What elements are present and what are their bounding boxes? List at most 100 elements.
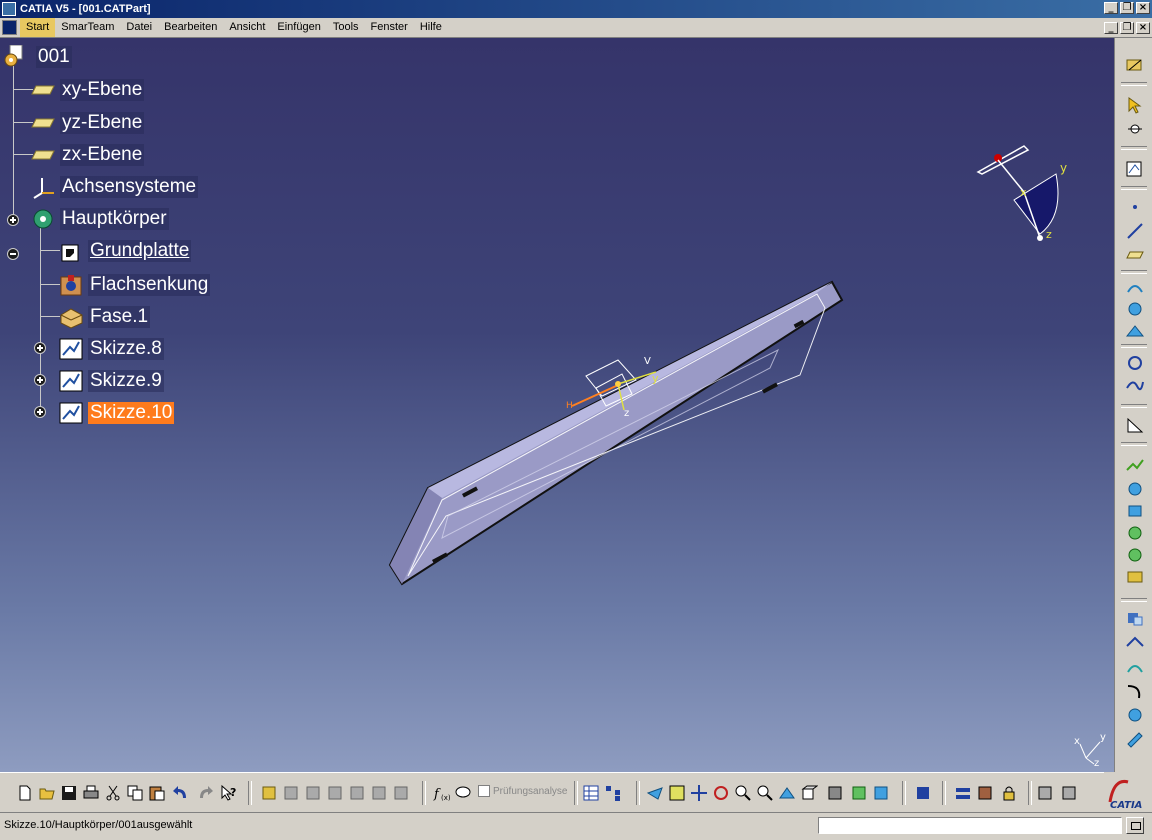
command-window-button[interactable] [1126,817,1144,834]
formula-icon[interactable]: f (x) [432,784,451,802]
tool-c-icon[interactable] [326,784,344,802]
undo-icon[interactable] [172,784,190,802]
update-icon[interactable] [260,784,278,802]
shading-icon[interactable] [826,784,844,802]
doc-minimize-button[interactable]: _ [1104,22,1118,34]
view-cube-icon[interactable] [800,784,819,802]
tool-a-icon[interactable] [282,784,300,802]
rotate-icon[interactable] [712,784,730,802]
menu-bearbeiten[interactable]: Bearbeiten [158,18,223,37]
revolve-icon[interactable] [1125,300,1145,318]
command-input[interactable] [818,817,1122,834]
tool-b-icon[interactable] [304,784,322,802]
collapse-hauptkoerper-button[interactable] [7,248,19,260]
swap-visible-icon[interactable] [872,784,890,802]
menu-einfuegen[interactable]: Einfügen [271,18,326,37]
pan-icon[interactable] [690,784,708,802]
tool-d-icon[interactable] [348,784,366,802]
lock-icon[interactable] [1000,784,1018,802]
minimize-button[interactable]: _ [1104,2,1118,14]
print-icon[interactable] [82,784,100,802]
doc-close-button[interactable]: × [1136,22,1150,34]
plane-tool-icon[interactable] [1125,246,1145,264]
analysis-icon[interactable] [1125,706,1145,724]
expand-skizze-10-button[interactable] [34,406,46,418]
redo-icon[interactable] [196,784,214,802]
compare-icon[interactable] [954,784,972,802]
catalog-icon[interactable] [914,784,932,802]
tree-item-skizze-10[interactable]: Skizze.10 [58,400,175,426]
circle-icon[interactable] [1125,354,1145,372]
zoom-out-icon[interactable] [756,784,774,802]
close-button[interactable]: × [1136,2,1150,14]
compass[interactable]: y x z [970,138,1090,248]
shell-icon[interactable] [1125,502,1145,520]
fit-all-icon[interactable] [668,784,686,802]
dot-icon[interactable] [1125,198,1145,216]
extrude-icon[interactable] [1125,278,1145,296]
record-icon[interactable] [976,784,994,802]
open-folder-icon[interactable] [38,784,56,802]
tree-item-yz-ebene[interactable]: yz-Ebene [30,110,145,136]
comment-icon[interactable] [454,784,472,802]
select-arrow-icon[interactable] [1125,96,1145,114]
expand-skizze-9-button[interactable] [34,374,46,386]
new-file-icon[interactable] [16,784,34,802]
constraint-icon[interactable] [1125,160,1145,178]
menu-fenster[interactable]: Fenster [365,18,414,37]
save-icon[interactable] [60,784,78,802]
plate-outline[interactable] [388,280,844,586]
menu-datei[interactable]: Datei [120,18,158,37]
restore-button[interactable]: ❐ [1120,2,1134,14]
table-icon[interactable] [582,784,600,802]
normal-view-icon[interactable] [778,784,796,802]
3d-viewport[interactable]: H V y z y x z y x z 001 xy-Ebene yz-Eben… [0,38,1114,772]
boolean-icon[interactable] [1125,682,1145,700]
pruefungsanalyse-toggle[interactable]: Prüfungsanalyse [478,785,568,797]
spline-icon[interactable] [1125,376,1145,394]
tree-item-skizze-9[interactable]: Skizze.9 [58,368,164,394]
corner-icon[interactable] [1125,416,1145,434]
scaling-icon[interactable] [1125,658,1145,676]
paste-icon[interactable] [148,784,166,802]
pruefungsanalyse-checkbox[interactable] [478,785,490,797]
point-icon[interactable] [1125,120,1145,138]
zoom-in-icon[interactable] [734,784,752,802]
tree-item-grundplatte[interactable]: Grundplatte [58,238,192,264]
menu-start[interactable]: Start [20,18,56,37]
tool-f-icon[interactable] [392,784,410,802]
cut-icon[interactable] [104,784,122,802]
hide-show-icon[interactable] [850,784,868,802]
doc-restore-button[interactable]: ❐ [1120,22,1134,34]
document-icon[interactable] [2,20,17,35]
tree-root[interactable]: 001 [2,44,72,70]
tree-icon[interactable] [604,784,622,802]
expand-skizze-8-button[interactable] [34,342,46,354]
multi-section-icon[interactable] [1125,456,1145,474]
fillet-icon[interactable] [1125,480,1145,498]
sketcher-icon[interactable] [1125,56,1145,74]
transform-icon[interactable] [1125,610,1145,628]
line-icon[interactable] [1125,222,1145,240]
menu-ansicht[interactable]: Ansicht [223,18,271,37]
sweep-icon[interactable] [1125,322,1145,340]
tree-item-zx-ebene[interactable]: zx-Ebene [30,142,145,168]
measure-icon[interactable] [1125,730,1145,748]
help-whats-this-icon[interactable]: ? [220,784,238,802]
tree-item-achsensysteme[interactable]: Achsensysteme [30,174,199,200]
tool-e-icon[interactable] [370,784,388,802]
menu-tools[interactable]: Tools [327,18,365,37]
tree-item-xy-ebene[interactable]: xy-Ebene [30,77,145,103]
workbench-b-icon[interactable] [1060,784,1078,802]
expand-achsensysteme-button[interactable] [7,214,19,226]
tree-item-skizze-8[interactable]: Skizze.8 [58,336,164,362]
mirror-icon[interactable] [1125,634,1145,652]
draft-icon[interactable] [1125,546,1145,564]
tree-item-hauptkoerper[interactable]: Hauptkörper [30,206,169,232]
copy-icon[interactable] [126,784,144,802]
menu-hilfe[interactable]: Hilfe [414,18,448,37]
tree-item-fase-1[interactable]: Fase.1 [58,304,151,330]
workbench-a-icon[interactable] [1036,784,1054,802]
fly-mode-icon[interactable] [646,784,664,802]
pattern-icon[interactable] [1125,568,1145,586]
